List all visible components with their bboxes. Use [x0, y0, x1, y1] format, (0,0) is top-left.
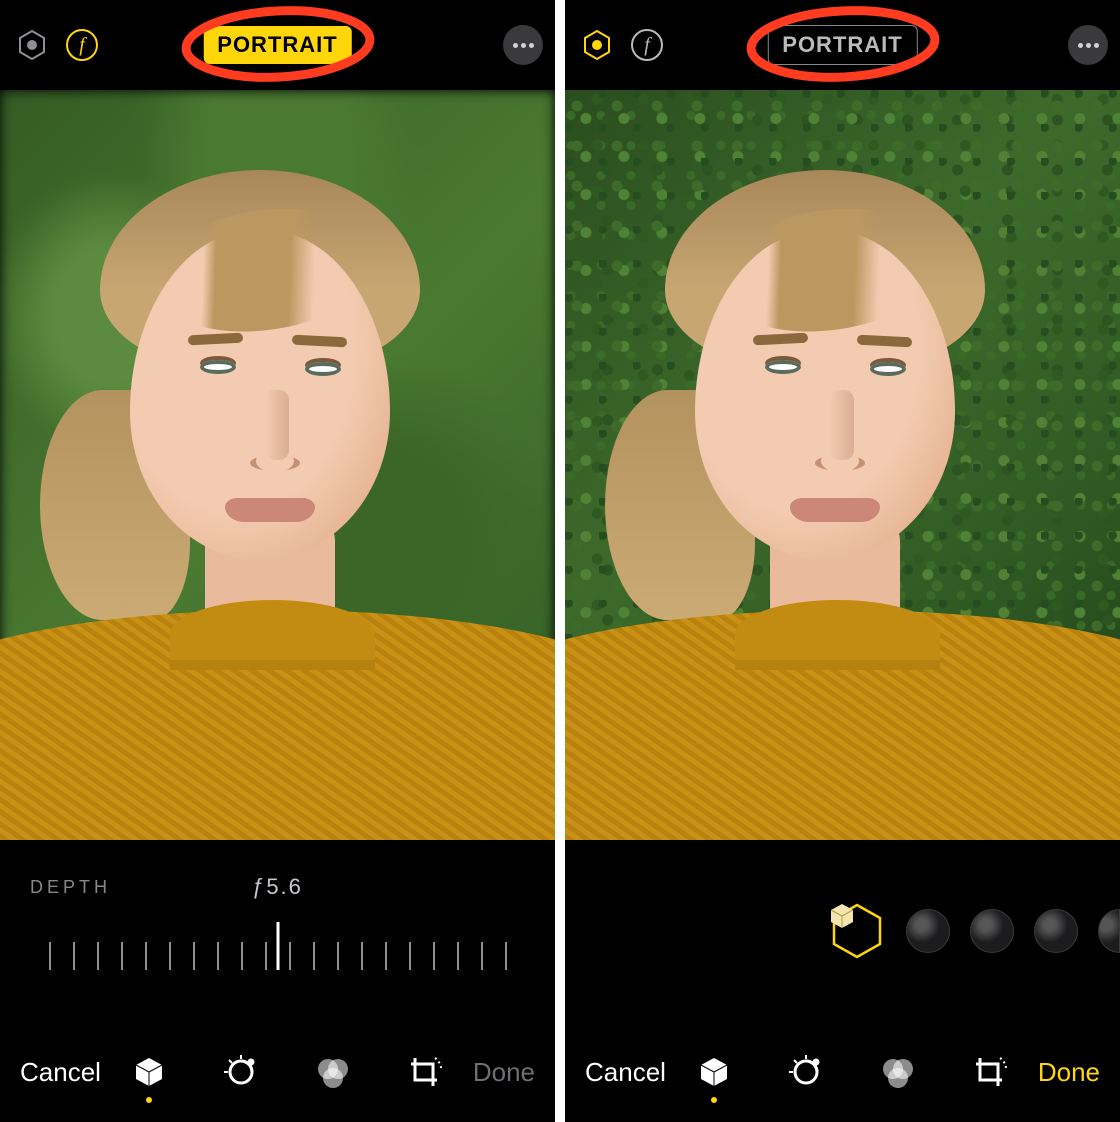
aperture-f-button[interactable]: f: [62, 25, 102, 65]
active-dot-icon: [711, 1097, 717, 1103]
more-button[interactable]: [503, 25, 543, 65]
more-dot-icon: [513, 43, 518, 48]
svg-text:f: f: [644, 34, 652, 56]
cancel-button[interactable]: Cancel: [20, 1057, 101, 1088]
photo-preview[interactable]: [565, 90, 1120, 840]
portrait-lighting-button[interactable]: [577, 25, 617, 65]
top-toolbar: f PORTRAIT: [0, 0, 555, 90]
filters-circles-icon: [314, 1053, 352, 1091]
tab-portrait[interactable]: [692, 1045, 736, 1099]
controls-panel: [565, 840, 1120, 1022]
done-button[interactable]: Done: [1038, 1057, 1100, 1088]
lighting-item-natural[interactable]: [828, 902, 886, 960]
depth-readout: DEPTH ƒ5.6: [20, 877, 535, 926]
aperture-f-icon: f: [630, 28, 664, 62]
slider-caret-icon: [276, 922, 279, 970]
portrait-cube-icon: [696, 1054, 732, 1090]
depth-slider[interactable]: [20, 926, 535, 986]
cancel-button[interactable]: Cancel: [585, 1057, 666, 1088]
tab-crop[interactable]: [968, 1045, 1012, 1099]
photo-subject: [565, 90, 1120, 840]
top-toolbar: f PORTRAIT: [565, 0, 1120, 90]
svg-text:f: f: [79, 34, 87, 56]
tab-filters[interactable]: [311, 1045, 355, 1099]
lighting-carousel[interactable]: [585, 891, 1100, 971]
depth-label: DEPTH: [30, 877, 111, 898]
more-dot-icon: [1094, 43, 1099, 48]
portrait-lighting-button[interactable]: [12, 25, 52, 65]
screen-right: f PORTRAIT: [565, 0, 1120, 1122]
bottom-toolbar: Cancel: [565, 1022, 1120, 1122]
lighting-item-stage-mono[interactable]: [1098, 909, 1120, 953]
tab-adjust[interactable]: [219, 1045, 263, 1099]
aperture-f-icon: f: [65, 28, 99, 62]
depth-value: ƒ5.6: [252, 874, 303, 900]
more-dot-icon: [521, 43, 526, 48]
controls-panel: DEPTH ƒ5.6: [0, 840, 555, 1022]
portrait-mode-badge[interactable]: PORTRAIT: [203, 26, 351, 64]
filters-circles-icon: [879, 1053, 917, 1091]
portrait-mode-badge[interactable]: PORTRAIT: [767, 25, 917, 65]
portrait-lighting-hex-icon: [15, 28, 49, 62]
tab-adjust[interactable]: [784, 1045, 828, 1099]
portrait-cube-icon: [131, 1054, 167, 1090]
lighting-item-studio[interactable]: [906, 909, 950, 953]
done-button[interactable]: Done: [473, 1057, 535, 1088]
more-dot-icon: [1086, 43, 1091, 48]
adjust-dial-icon: [222, 1053, 260, 1091]
lighting-item-stage[interactable]: [1034, 909, 1078, 953]
tab-portrait[interactable]: [127, 1045, 171, 1099]
crop-rotate-icon: [405, 1052, 445, 1092]
tab-crop[interactable]: [403, 1045, 447, 1099]
photo-preview[interactable]: [0, 90, 555, 840]
crop-rotate-icon: [970, 1052, 1010, 1092]
more-dot-icon: [1078, 43, 1083, 48]
active-dot-icon: [146, 1097, 152, 1103]
tab-filters[interactable]: [876, 1045, 920, 1099]
bottom-toolbar: Cancel: [0, 1022, 555, 1122]
photo-subject: [0, 90, 555, 840]
natural-light-cube-icon: [828, 902, 856, 930]
adjust-dial-icon: [787, 1053, 825, 1091]
lighting-item-contour[interactable]: [970, 909, 1014, 953]
more-dot-icon: [529, 43, 534, 48]
portrait-lighting-hex-icon: [580, 28, 614, 62]
screen-left: f PORTRAIT: [0, 0, 555, 1122]
aperture-f-button[interactable]: f: [627, 25, 667, 65]
more-button[interactable]: [1068, 25, 1108, 65]
